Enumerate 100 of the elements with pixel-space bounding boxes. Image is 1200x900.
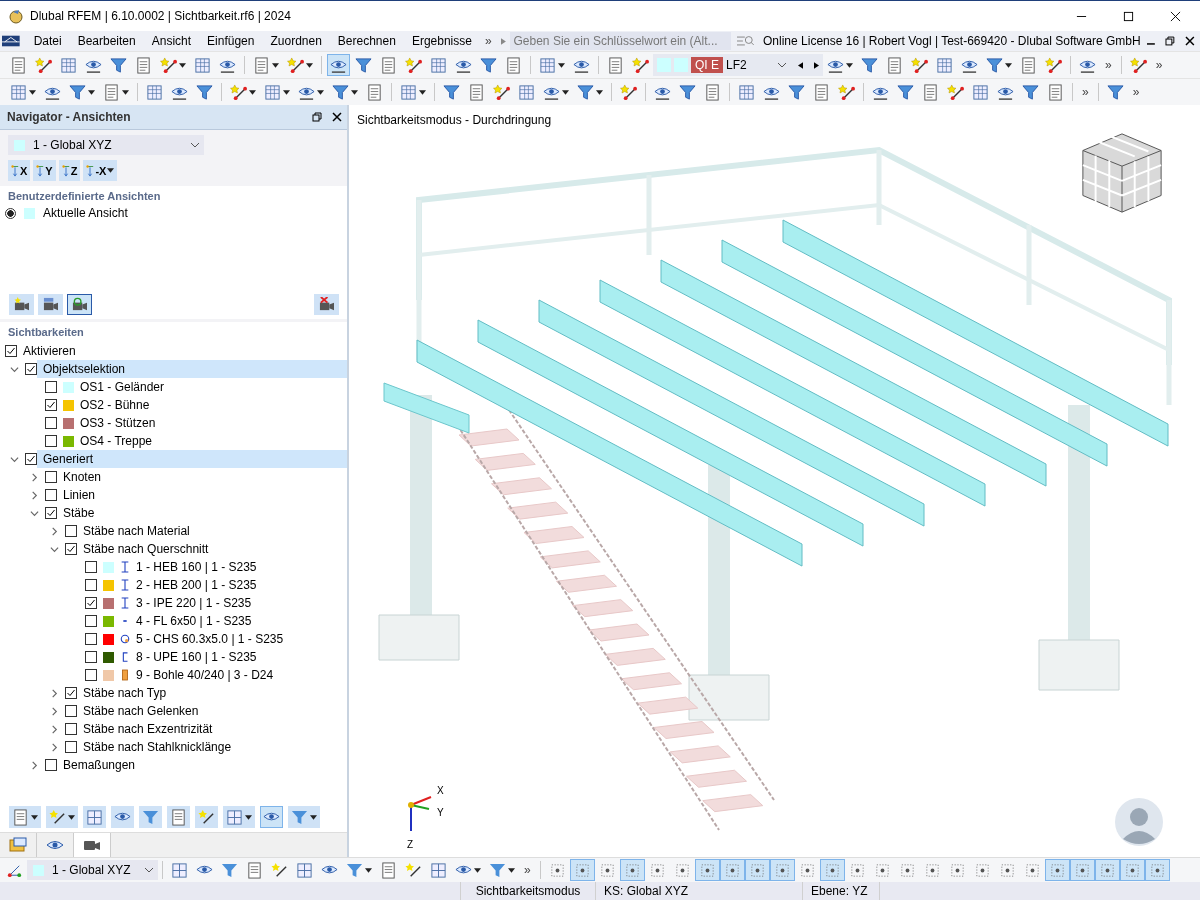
more-tools[interactable]: » <box>1127 85 1145 99</box>
next-icon[interactable] <box>814 61 819 69</box>
tree-item[interactable]: 1 - HEB 160 | 1 - S235 <box>97 558 347 576</box>
highlighted-tree-item[interactable]: Objektselektion <box>37 360 347 378</box>
expander-icon[interactable] <box>9 364 19 374</box>
snap-toggle-button[interactable] <box>1119 859 1145 881</box>
checkbox[interactable] <box>65 705 77 717</box>
expander-icon[interactable] <box>29 760 39 770</box>
tool-button[interactable] <box>835 81 858 103</box>
checkbox[interactable] <box>65 741 77 753</box>
tree-item[interactable]: Stäbe nach Stahlknicklänge <box>77 738 347 756</box>
camera-button[interactable] <box>9 294 34 315</box>
more-tools[interactable]: » <box>1077 85 1094 99</box>
checkbox[interactable] <box>85 633 97 645</box>
tool-button[interactable] <box>46 806 78 828</box>
axis-view-button[interactable]: X <box>8 160 31 181</box>
menu-item[interactable]: Bearbeiten <box>69 34 144 48</box>
highlighted-tree-item[interactable]: Generiert <box>37 450 347 468</box>
checkbox[interactable] <box>25 453 37 465</box>
checkbox[interactable] <box>45 489 57 501</box>
expander-icon[interactable] <box>49 724 59 734</box>
dropdown-tool-button[interactable] <box>227 81 259 103</box>
snap-toggle-button[interactable] <box>744 859 770 881</box>
tree-item[interactable]: 2 - HEB 200 | 1 - S235 <box>97 576 347 594</box>
view-label[interactable]: Aktuelle Ansicht <box>43 206 128 220</box>
dropdown-tool-button[interactable] <box>157 54 189 76</box>
checkbox[interactable] <box>45 759 57 771</box>
view-dropdown[interactable]: 1 - Global XYZ <box>8 135 204 155</box>
tree-item[interactable]: 4 - FL 6x50 | 1 - S235 <box>97 612 347 630</box>
checkbox[interactable] <box>85 615 97 627</box>
tree-item[interactable]: 5 - CHS 60.3x5.0 | 1 - S235 <box>97 630 347 648</box>
snap-toggle-button[interactable] <box>619 859 645 881</box>
expander-icon[interactable] <box>49 706 59 716</box>
tree-item[interactable]: Bemaßungen <box>57 756 347 774</box>
camera-button[interactable] <box>67 294 92 315</box>
delete-view-button[interactable] <box>314 294 339 315</box>
load-case-selector[interactable]: QI E LF2 <box>653 54 823 76</box>
tree-item[interactable]: Linien <box>57 486 347 504</box>
snap-toggle-button[interactable] <box>1094 859 1120 881</box>
expander-icon[interactable] <box>49 688 59 698</box>
menu-item[interactable]: Ansicht <box>143 34 200 48</box>
search-field[interactable]: Geben Sie ein Schlüsselwort ein (Alt... <box>509 32 732 50</box>
axis-view-button[interactable]: Y <box>33 160 56 181</box>
checkbox[interactable] <box>25 363 37 375</box>
expander-icon[interactable] <box>49 742 59 752</box>
radio-button[interactable] <box>5 207 16 219</box>
expander-icon[interactable] <box>29 508 39 518</box>
close-icon[interactable] <box>1170 10 1181 22</box>
checkbox[interactable] <box>45 399 57 411</box>
menu-item[interactable]: Datei <box>25 34 70 48</box>
view-dropdown[interactable]: 1 - Global XYZ <box>27 860 158 880</box>
expander-icon[interactable] <box>9 454 19 464</box>
checkbox[interactable] <box>85 651 97 663</box>
checkbox[interactable] <box>45 507 57 519</box>
more-tools[interactable]: » <box>1100 58 1117 72</box>
checkbox[interactable] <box>85 669 97 681</box>
axis-view-button[interactable]: -X <box>83 160 118 181</box>
checkbox[interactable] <box>45 417 57 429</box>
tree-item[interactable]: Stäbe nach Typ <box>77 684 347 702</box>
menu-item[interactable]: Ergebnisse <box>403 34 480 48</box>
tool-button[interactable] <box>260 806 283 828</box>
checkbox[interactable] <box>65 723 77 735</box>
tool-button[interactable] <box>327 54 350 76</box>
tool-button[interactable] <box>490 81 513 103</box>
navigator-tab[interactable] <box>74 833 111 857</box>
snap-toggle-button[interactable] <box>569 859 595 881</box>
tool-button[interactable] <box>32 54 55 76</box>
restore-icon[interactable] <box>1165 36 1176 46</box>
tree-item[interactable]: Stäbe nach Exzentrizität <box>77 720 347 738</box>
restore-icon[interactable] <box>312 112 322 122</box>
snap-toggle-button[interactable] <box>719 859 745 881</box>
tool-button[interactable] <box>908 54 931 76</box>
checkbox[interactable] <box>65 525 77 537</box>
snap-toggle-button[interactable] <box>694 859 720 881</box>
snap-toggle-button[interactable] <box>769 859 795 881</box>
tree-item[interactable]: Stäbe <box>57 504 347 522</box>
checkbox[interactable] <box>45 435 57 447</box>
close-icon[interactable] <box>332 112 342 122</box>
more-tools[interactable]: » <box>519 863 536 877</box>
checkbox[interactable] <box>65 687 77 699</box>
checkbox[interactable] <box>85 561 97 573</box>
previous-icon[interactable] <box>798 61 803 69</box>
3d-view[interactable]: Sichtbarkeitsmodus - Durchdringung X Y Z <box>349 105 1200 857</box>
tool-button[interactable] <box>1042 54 1065 76</box>
snap-toggle-button[interactable] <box>819 859 845 881</box>
more-menus[interactable]: » <box>479 34 497 48</box>
more-tools[interactable]: » <box>1150 58 1168 72</box>
avatar-icon[interactable] <box>1114 797 1164 847</box>
menu-item[interactable]: Einfügen <box>199 34 263 48</box>
expander-icon[interactable] <box>49 526 59 536</box>
checkbox[interactable] <box>45 471 57 483</box>
expander-icon[interactable] <box>49 544 59 554</box>
tool-button[interactable] <box>83 806 106 828</box>
menu-item[interactable]: Zuordnen <box>262 34 330 48</box>
checkbox[interactable] <box>85 597 97 609</box>
tree-item[interactable]: Stäbe nach Gelenken <box>77 702 347 720</box>
menu-item[interactable]: Berechnen <box>329 34 404 48</box>
tree-item[interactable]: OS1 - Geländer <box>57 378 347 396</box>
axis-view-button[interactable]: Z <box>58 160 81 181</box>
tree-item[interactable]: Stäbe nach Querschnitt <box>77 540 347 558</box>
